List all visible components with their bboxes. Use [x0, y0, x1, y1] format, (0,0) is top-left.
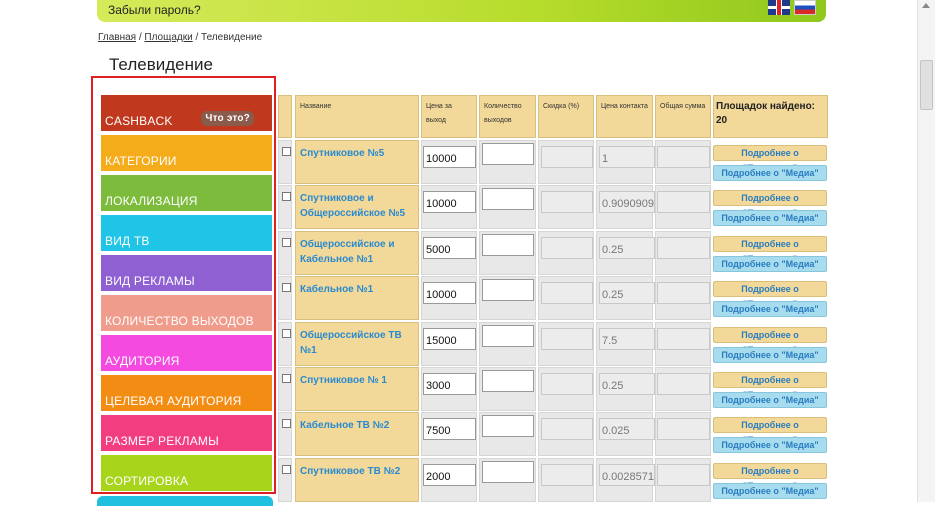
contact-price-field: 0.25: [599, 373, 655, 395]
media-details-button[interactable]: Подробнее о "Медиа": [713, 346, 827, 363]
contact-price-field: 0.025: [599, 418, 655, 441]
row-checkbox[interactable]: [282, 283, 291, 293]
row-checkbox[interactable]: [282, 374, 291, 383]
total-field: [657, 236, 710, 259]
discount-field: [541, 418, 593, 441]
venue-details-button[interactable]: Подробнее о "Площадке": [713, 372, 827, 400]
column-header-name[interactable]: Название: [295, 95, 419, 138]
contact-price-field: 7.5: [599, 327, 655, 350]
header-checkbox-cell: [278, 95, 292, 138]
price-field[interactable]: 7500: [423, 418, 476, 441]
row-checkbox[interactable]: [282, 328, 291, 338]
discount-field: [541, 191, 593, 214]
breadcrumb-home-link[interactable]: Главная: [98, 32, 136, 43]
total-field: [657, 146, 710, 168]
media-details-button[interactable]: Подробнее о "Медиа": [713, 392, 827, 408]
column-header-discount[interactable]: Скидка (%): [538, 95, 594, 138]
quantity-input[interactable]: [482, 279, 534, 302]
venue-details-button[interactable]: Подробнее о "Площадке": [713, 462, 827, 491]
column-header-price[interactable]: Цена за выход: [421, 95, 477, 138]
media-details-button[interactable]: Подробнее о "Медиа": [713, 437, 827, 454]
total-field: [657, 282, 710, 305]
row-checkbox[interactable]: [282, 147, 291, 156]
scroll-up-arrow-icon[interactable]: [922, 3, 930, 8]
venue-name-link[interactable]: Спутниковое и Общероссийское №5: [300, 191, 415, 221]
discount-field: [541, 463, 593, 486]
breadcrumb-separator: /: [192, 32, 202, 43]
quantity-input[interactable]: [482, 233, 534, 256]
venues-found-count: Площадок найдено: 20: [713, 95, 828, 138]
quantity-input[interactable]: [482, 143, 534, 165]
price-field[interactable]: 2000: [423, 463, 476, 486]
quantity-input[interactable]: [482, 188, 534, 211]
total-field: [657, 327, 710, 350]
media-details-button[interactable]: Подробнее о "Медиа": [713, 482, 827, 499]
venue-details-button[interactable]: Подробнее о "Площадке": [713, 326, 827, 355]
page-title: Телевидение: [109, 55, 213, 74]
media-details-button[interactable]: Подробнее о "Медиа": [713, 255, 827, 272]
top-bar: [97, 0, 826, 22]
venue-details-button[interactable]: Подробнее о "Площадке": [713, 417, 827, 445]
venue-details-button[interactable]: Подробнее о "Площадке": [713, 235, 827, 264]
price-field[interactable]: 10000: [423, 282, 476, 305]
quantity-input[interactable]: [482, 370, 534, 392]
breadcrumb-current: Телевидение: [201, 32, 263, 43]
price-field[interactable]: 10000: [423, 146, 476, 168]
scrollbar-thumb[interactable]: [920, 60, 933, 110]
contact-price-field: 0.0028571: [599, 463, 655, 486]
contact-price-field: 0.9090909: [599, 191, 655, 214]
venue-name-link[interactable]: Спутниковое ТВ №2: [300, 464, 415, 479]
discount-field: [541, 146, 593, 168]
total-field: [657, 373, 710, 395]
contact-price-field: 1: [599, 146, 655, 168]
total-field: [657, 191, 710, 214]
price-field[interactable]: 15000: [423, 327, 476, 350]
contact-price-field: 0.25: [599, 236, 655, 259]
price-field[interactable]: 5000: [423, 236, 476, 259]
discount-field: [541, 282, 593, 305]
row-checkbox[interactable]: [282, 464, 291, 474]
row-checkbox[interactable]: [282, 192, 291, 202]
venue-name-link[interactable]: Спутниковое № 1: [300, 373, 415, 388]
venue-details-button[interactable]: Подробнее о "Площадке": [713, 190, 827, 218]
filter-panel-footer: [97, 496, 273, 506]
media-details-button[interactable]: Подробнее о "Медиа": [713, 210, 827, 227]
discount-field: [541, 373, 593, 395]
breadcrumb: Главная / Площадки / Телевидение: [98, 32, 262, 43]
media-details-button[interactable]: Подробнее о "Медиа": [713, 165, 827, 181]
forgot-password-link[interactable]: Забыли пароль?: [108, 3, 201, 17]
column-header-quantity[interactable]: Количество выходов: [479, 95, 536, 138]
english-flag-icon[interactable]: [768, 0, 790, 15]
total-field: [657, 418, 710, 441]
column-header-contact-price[interactable]: Цена контакта: [596, 95, 653, 138]
price-field[interactable]: 3000: [423, 373, 476, 395]
venue-name-link[interactable]: Общероссийское ТВ №1: [300, 328, 415, 358]
quantity-input[interactable]: [482, 415, 534, 438]
russian-flag-icon[interactable]: [794, 0, 816, 15]
row-checkbox[interactable]: [282, 237, 291, 247]
contact-price-field: 0.25: [599, 282, 655, 305]
venue-name-link[interactable]: Кабельное №1: [300, 282, 415, 297]
venue-details-button[interactable]: Подробнее о "Площадке": [713, 281, 827, 309]
media-details-button[interactable]: Подробнее о "Медиа": [713, 301, 827, 318]
venue-details-button[interactable]: Подробнее о "Площадке": [713, 145, 827, 173]
quantity-input[interactable]: [482, 460, 534, 483]
venue-name-link[interactable]: Спутниковое №5: [300, 146, 415, 161]
breadcrumb-venues-link[interactable]: Площадки: [144, 32, 192, 43]
filter-panel-highlight: [91, 76, 276, 494]
total-field: [657, 463, 710, 486]
quantity-input[interactable]: [482, 324, 534, 347]
column-header-total[interactable]: Общая сумма: [655, 95, 711, 138]
page-scrollbar[interactable]: [917, 0, 935, 502]
discount-field: [541, 327, 593, 350]
venue-name-link[interactable]: Кабельное ТВ №2: [300, 418, 415, 433]
row-checkbox[interactable]: [282, 419, 291, 429]
price-field[interactable]: 10000: [423, 191, 476, 214]
venue-name-link[interactable]: Общероссийское и Кабельное №1: [300, 237, 415, 267]
discount-field: [541, 236, 593, 259]
